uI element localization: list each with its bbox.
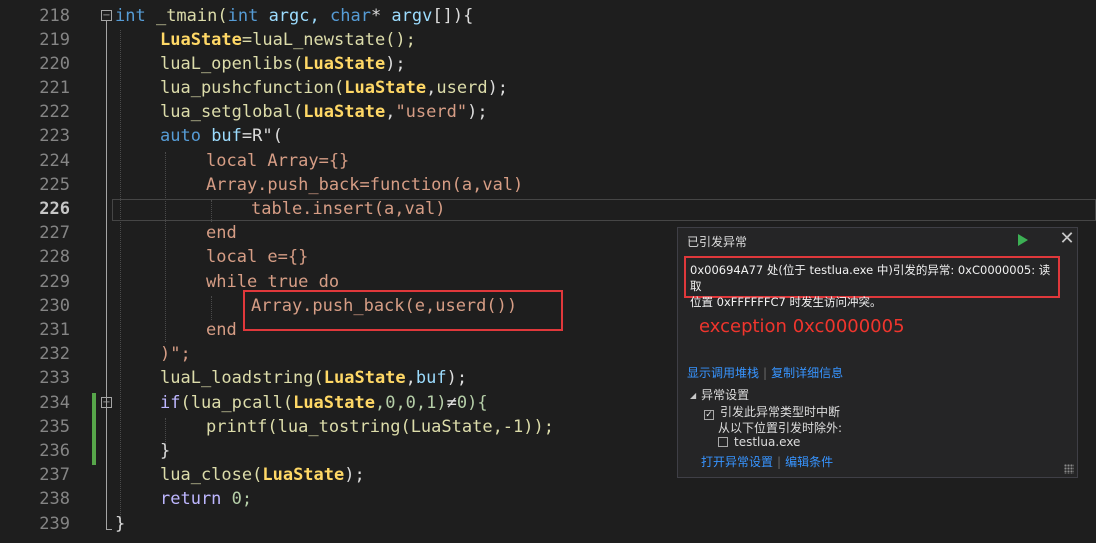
line-number: 223 [39, 126, 70, 146]
line-number: 231 [39, 320, 70, 340]
code-line-219: LuaState=luaL_newstate(); [160, 30, 416, 50]
line-number: 224 [39, 151, 70, 171]
exception-message-line: 0x00694A77 处(位于 testlua.exe 中)引发的异常: 0xC… [690, 263, 1051, 293]
line-number: 219 [39, 30, 70, 50]
break-checkbox[interactable]: ✓ [704, 410, 714, 420]
line-number-current: 226 [39, 199, 70, 219]
code-line-222: lua_setglobal(LuaState,"userd"); [160, 102, 488, 122]
except-from-label: 从以下位置引发时除外: [718, 421, 843, 435]
exception-annotation: exception 0xc0000005 [699, 316, 905, 337]
collapse-toggle-icon[interactable]: − [101, 397, 112, 408]
code-line-239: } [115, 514, 126, 534]
code-line-221: lua_pushcfunction(LuaState,userd); [160, 78, 509, 98]
code-line-224: local Array={} [206, 151, 350, 171]
line-number: 232 [39, 344, 70, 364]
line-number-gutter: 218 219 220 221 222 223 224 225 226 227 … [0, 0, 96, 543]
code-line-238: return 0; [160, 489, 253, 509]
code-line-234: if(lua_pcall(LuaState,0,0,1)≠0){ [160, 393, 488, 413]
line-number: 235 [39, 417, 70, 437]
code-line-236: } [160, 441, 171, 461]
exception-settings-header[interactable]: ◢ 异常设置 [690, 386, 749, 403]
code-line-227: end [206, 223, 237, 243]
close-icon[interactable]: ✕ [1059, 230, 1075, 248]
line-number: 227 [39, 223, 70, 243]
line-number: 237 [39, 465, 70, 485]
code-line-218: int _tmain(int argc, char* argv[]){ [115, 6, 474, 26]
highlight-annotation-box [243, 290, 563, 331]
line-number: 233 [39, 368, 70, 388]
break-on-exception-row[interactable]: ✓ 引发此异常类型时中断 [704, 403, 840, 420]
fold-guide-end [106, 529, 112, 530]
exception-message: 0x00694A77 处(位于 testlua.exe 中)引发的异常: 0xC… [684, 256, 1060, 309]
code-line-232: )"; [160, 344, 191, 364]
module-checkbox-label: testlua.exe [734, 435, 801, 449]
popup-links: 显示调用堆栈 | 复制详细信息 [687, 366, 844, 380]
change-indicator [92, 393, 96, 465]
break-checkbox-label: 引发此异常类型时中断 [720, 405, 841, 419]
line-number: 225 [39, 175, 70, 195]
line-number: 236 [39, 441, 70, 461]
code-line-228: local e={} [206, 247, 309, 267]
line-number: 229 [39, 272, 70, 292]
fold-guide [106, 21, 107, 530]
code-line-237: lua_close(LuaState); [160, 465, 365, 485]
code-line-226: table.insert(a,val) [251, 199, 446, 219]
code-line-225: Array.push_back=function(a,val) [206, 175, 524, 195]
exception-message-line: 位置 0xFFFFFFC7 时发生访问冲突。 [690, 295, 882, 309]
code-line-231: end [206, 320, 237, 340]
collapse-toggle-icon[interactable]: − [101, 10, 112, 21]
indent-guide [165, 152, 166, 342]
edit-conditions-link[interactable]: 编辑条件 [785, 455, 833, 469]
settings-links: 打开异常设置 | 编辑条件 [701, 455, 834, 469]
module-checkbox[interactable] [718, 437, 728, 447]
code-line-233: luaL_loadstring(LuaState,buf); [160, 368, 468, 388]
exception-popup[interactable]: 已引发异常 ✕ 0x00694A77 处(位于 testlua.exe 中)引发… [677, 227, 1078, 478]
code-line-235: printf(lua_tostring(LuaState,-1)); [206, 417, 554, 437]
line-number: 230 [39, 296, 70, 316]
popup-title: 已引发异常 [687, 235, 748, 249]
line-number: 228 [39, 247, 70, 267]
line-number: 234 [39, 393, 70, 413]
resize-grip-icon[interactable] [1064, 464, 1074, 474]
collapse-triangle-icon: ◢ [690, 391, 697, 400]
line-number: 221 [39, 78, 70, 98]
continue-icon[interactable] [1018, 234, 1028, 246]
line-number: 239 [39, 514, 70, 534]
line-number: 220 [39, 54, 70, 74]
line-number: 222 [39, 102, 70, 122]
line-number: 218 [39, 6, 70, 26]
code-line-220: luaL_openlibs(LuaState); [160, 54, 406, 74]
copy-details-link[interactable]: 复制详细信息 [771, 366, 843, 380]
line-number: 238 [39, 489, 70, 509]
module-exception-row[interactable]: testlua.exe [718, 435, 800, 449]
section-title: 异常设置 [701, 388, 750, 402]
code-line-223: auto buf=R"( [160, 126, 283, 146]
show-callstack-link[interactable]: 显示调用堆栈 [687, 366, 759, 380]
indent-guide [120, 30, 121, 525]
open-exception-settings-link[interactable]: 打开异常设置 [701, 455, 773, 469]
indent-guide [211, 296, 212, 320]
